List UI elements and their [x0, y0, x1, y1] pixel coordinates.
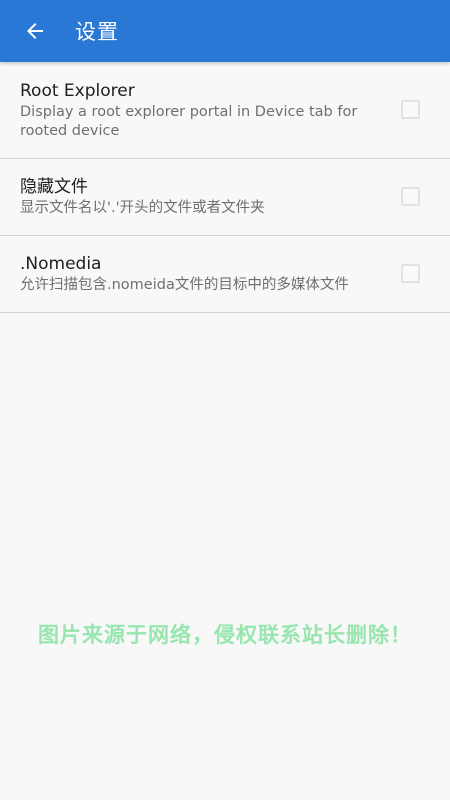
app-bar: 设置 [0, 0, 450, 62]
nomedia-checkbox[interactable] [401, 264, 420, 283]
root-explorer-checkbox[interactable] [401, 100, 420, 119]
page-title: 设置 [75, 20, 119, 44]
watermark-text: 图片来源于网络，侵权联系站长删除！ [38, 623, 412, 647]
arrow-back-icon [27, 23, 43, 39]
setting-description: 允许扫描包含.nomeida文件的目标中的多媒体文件 [20, 277, 349, 293]
setting-title: Root Explorer [20, 81, 135, 101]
setting-description: 显示文件名以'.'开头的文件或者文件夹 [20, 200, 265, 216]
settings-list: Root Explorer Display a root explorer po… [0, 62, 450, 313]
setting-nomedia[interactable]: .Nomedia 允许扫描包含.nomeida文件的目标中的多媒体文件 [0, 236, 450, 313]
setting-description: Display a root explorer portal in Device… [20, 104, 358, 139]
setting-root-explorer[interactable]: Root Explorer Display a root explorer po… [0, 62, 450, 159]
setting-title: .Nomedia [20, 254, 102, 274]
setting-hidden-files[interactable]: 隐藏文件 显示文件名以'.'开头的文件或者文件夹 [0, 159, 450, 236]
hidden-files-checkbox[interactable] [401, 187, 420, 206]
setting-title: 隐藏文件 [20, 177, 88, 197]
back-button[interactable] [17, 13, 53, 49]
